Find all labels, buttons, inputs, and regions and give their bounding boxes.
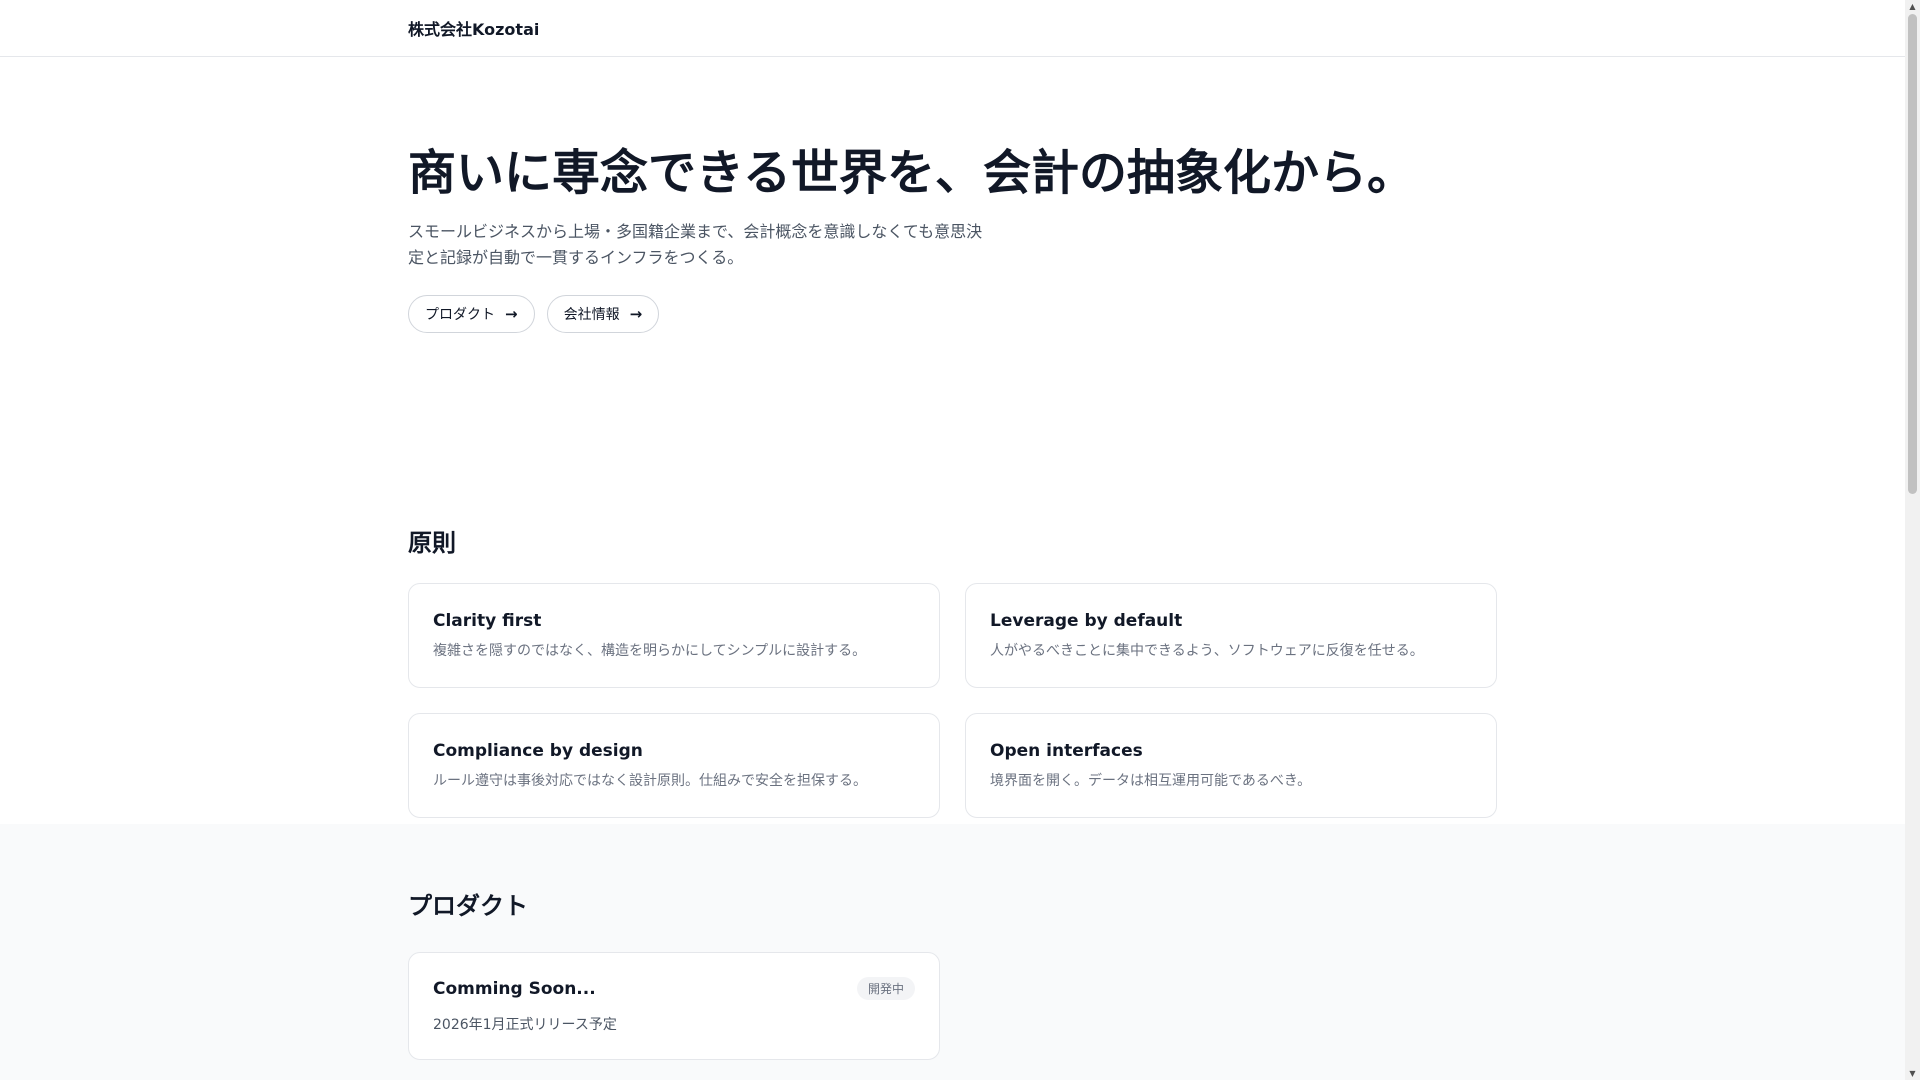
principle-desc: 境界面を開く。データは相互運用可能であるべき。	[990, 773, 1312, 789]
principle-card: Open interfaces 境界面を開く。データは相互運用可能であるべき。	[965, 713, 1497, 818]
principle-card: Clarity first 複雑さを隠すのではなく、構造を明らかにしてシンプルに…	[408, 583, 940, 688]
principle-desc: 複雑さを隠すのではなく、構造を明らかにしてシンプルに設計する。	[433, 643, 867, 659]
principle-title: Compliance by design	[433, 741, 643, 761]
hero-subtitle: スモールビジネスから上場・多国籍企業まで、会計概念を意識しなくても意思決定と記録…	[408, 222, 983, 267]
principle-title: Clarity first	[433, 611, 542, 631]
principle-card: Leverage by default 人がやるべきことに集中できるよう、ソフト…	[965, 583, 1497, 688]
principle-card: Compliance by design ルール遵守は事後対応ではなく設計原則。…	[408, 713, 940, 818]
scroll-up-icon[interactable]: ▲	[1905, 2, 1920, 11]
hero-title: 商いに専念できる世界を、会計の抽象化から。	[408, 145, 1416, 201]
vertical-scrollbar[interactable]: ▲ ▼	[1905, 0, 1920, 1080]
principles-grid: Clarity first 複雑さを隠すのではなく、構造を明らかにしてシンプルに…	[408, 583, 1497, 818]
products-button[interactable]: プロダクト →	[408, 295, 535, 333]
product-desc: 2026年1月正式リリース予定	[433, 1017, 617, 1033]
scrollbar-thumb[interactable]	[1908, 14, 1917, 494]
hero-section: 商いに専念できる世界を、会計の抽象化から。 スモールビジネスから上場・多国籍企業…	[408, 57, 1497, 457]
status-badge: 開発中	[856, 977, 915, 1000]
hero-buttons: プロダクト → 会社情報 →	[408, 295, 1497, 333]
product-title: Comming Soon...	[433, 978, 596, 999]
arrow-right-icon: →	[629, 305, 643, 323]
principle-title: Open interfaces	[990, 741, 1143, 761]
principle-desc: ルール遵守は事後対応ではなく設計原則。仕組みで安全を担保する。	[433, 773, 867, 789]
scroll-down-icon[interactable]: ▼	[1905, 1069, 1920, 1078]
products-button-label: プロダクト	[425, 307, 495, 323]
principle-desc: 人がやるべきことに集中できるよう、ソフトウェアに反復を任せる。	[990, 643, 1424, 659]
logo-link[interactable]: 株式会社Kozotai	[408, 20, 539, 39]
product-card[interactable]: Comming Soon... 開発中 2026年1月正式リリース予定	[408, 952, 940, 1060]
page: 株式会社Kozotai 商いに専念できる世界を、会計の抽象化から。 スモールビジ…	[0, 0, 1905, 1080]
principle-title: Leverage by default	[990, 611, 1183, 631]
principles-section: 原則 Clarity first 複雑さを隠すのではなく、構造を明らかにしてシン…	[408, 457, 1497, 818]
company-info-button[interactable]: 会社情報 →	[546, 295, 660, 333]
principles-heading: 原則	[408, 529, 456, 557]
products-heading: プロダクト	[408, 892, 528, 920]
products-section: プロダクト Comming Soon... 開発中 2026年1月正式リリース予…	[0, 824, 1905, 1080]
site-header: 株式会社Kozotai	[0, 0, 1905, 57]
company-info-button-label: 会社情報	[563, 307, 620, 323]
arrow-right-icon: →	[505, 305, 518, 323]
